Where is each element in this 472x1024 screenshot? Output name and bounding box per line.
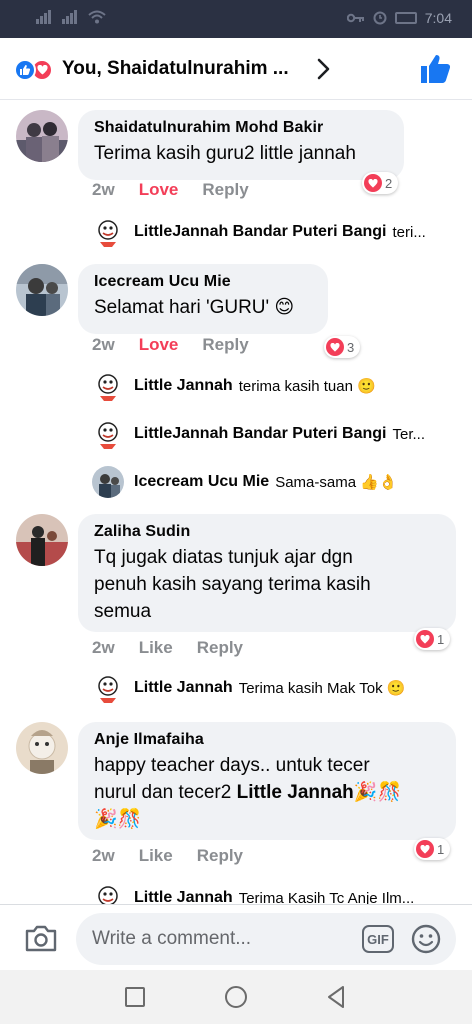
emoji-icon[interactable] <box>410 923 442 955</box>
avatar[interactable] <box>92 882 124 904</box>
signal-icon <box>36 10 52 24</box>
reply-item[interactable]: Icecream Ucu Mie Sama-sama 👍👌 <box>92 466 462 498</box>
comment-bubble[interactable]: Anje Ilmafaiha happy teacher days.. untu… <box>78 722 456 840</box>
reaction-count[interactable]: 1 <box>414 838 451 860</box>
reply-author[interactable]: LittleJannah Bandar Puteri Bangi <box>134 223 386 241</box>
avatar[interactable] <box>16 722 68 774</box>
reply-item[interactable]: Little Jannah Terima Kasih Tc Anje Ilm..… <box>92 882 462 904</box>
comment-list[interactable]: Shaidatulnurahim Mohd Bakir Terima kasih… <box>0 100 472 904</box>
reply-item[interactable]: Little Jannah terima kasih tuan 🙂 <box>92 370 462 402</box>
commenter-name[interactable]: Icecream Ucu Mie <box>94 273 314 291</box>
reply-author[interactable]: Little Jannah <box>134 889 233 904</box>
alarm-icon <box>373 11 387 25</box>
avatar[interactable] <box>16 514 68 566</box>
comment-bubble[interactable]: Zaliha Sudin Tq jugak diatas tunjuk ajar… <box>78 514 456 632</box>
signal-indicators <box>36 10 106 24</box>
clock: 7:04 <box>424 10 452 26</box>
avatar[interactable] <box>16 110 68 162</box>
reply-author[interactable]: LittleJannah Bandar Puteri Bangi <box>134 425 386 443</box>
thumbs-up-icon[interactable] <box>420 54 452 84</box>
comment-line: happy teacher days.. untuk tecer <box>94 755 370 776</box>
love-button[interactable]: Love <box>139 180 179 200</box>
reply-button[interactable]: Reply <box>197 846 243 866</box>
signal-icon <box>62 10 78 24</box>
avatar[interactable] <box>92 418 124 450</box>
timestamp: 2w <box>92 335 115 354</box>
reply-author[interactable]: Little Jannah <box>134 377 233 395</box>
chevron-right-icon[interactable] <box>310 56 336 82</box>
reactions-header[interactable]: You, Shaidatulnurahim ... <box>0 38 472 100</box>
reply-item[interactable]: LittleJannah Bandar Puteri Bangi Ter... <box>92 418 462 450</box>
reply-button[interactable]: Reply <box>202 180 248 200</box>
camera-icon[interactable] <box>24 923 58 953</box>
like-button[interactable]: Like <box>139 638 173 658</box>
reply-text: Terima kasih Mak Tok 🙂 <box>238 680 406 697</box>
commenter-name[interactable]: Zaliha Sudin <box>94 523 442 541</box>
status-right: 7:04 <box>346 10 452 26</box>
key-icon <box>346 13 364 23</box>
heart-icon <box>416 840 434 858</box>
reply-text: teri... <box>392 223 426 241</box>
reaction-count[interactable]: 1 <box>414 628 451 650</box>
commenter-name[interactable]: Shaidatulnurahim Mohd Bakir <box>94 119 390 137</box>
reply-author[interactable]: Icecream Ucu Mie <box>134 473 269 491</box>
love-button[interactable]: Love <box>139 335 179 355</box>
comment-text: Tq jugak diatas tunjuk ajar dgn penuh ka… <box>94 544 442 625</box>
comment-composer: GIF <box>0 904 472 970</box>
comment-input-wrapper: GIF <box>76 913 456 965</box>
timestamp: 2w <box>92 180 115 199</box>
commenter-name[interactable]: Anje Ilmafaiha <box>94 731 442 749</box>
comment-actions: 2w Like Reply <box>92 638 267 658</box>
like-icon <box>14 59 36 81</box>
comment-input[interactable] <box>92 913 352 965</box>
comment-line: 🎉🎊 <box>94 809 142 830</box>
avatar[interactable] <box>92 672 124 704</box>
home-icon[interactable] <box>225 986 247 1008</box>
mention-link[interactable]: Little Jannah <box>237 782 354 803</box>
comments-sheet: You, Shaidatulnurahim ... Shaidatulnurah… <box>0 38 472 970</box>
status-bar: 7:04 <box>0 0 472 38</box>
comment-line: nurul dan tecer2 Little Jannah🎉🎊 <box>94 782 402 803</box>
comment-text: Terima kasih guru2 little jannah <box>94 143 356 164</box>
avatar[interactable] <box>16 264 68 316</box>
reply-author[interactable]: Little Jannah <box>134 679 233 697</box>
reply-item[interactable]: LittleJannah Bandar Puteri Bangi teri... <box>92 216 462 248</box>
reaction-count[interactable]: 3 <box>324 336 361 358</box>
back-icon[interactable] <box>325 985 347 1009</box>
avatar[interactable] <box>92 370 124 402</box>
reply-text: Sama-sama 👍👌 <box>275 474 398 491</box>
reply-item[interactable]: Little Jannah Terima kasih Mak Tok 🙂 <box>92 672 462 704</box>
avatar[interactable] <box>92 216 124 248</box>
reply-text: terima kasih tuan 🙂 <box>238 378 376 395</box>
like-button[interactable]: Like <box>139 846 173 866</box>
comment-actions: 2w Like Reply <box>92 846 267 866</box>
comment-actions: 2w Love Reply <box>92 335 273 355</box>
comment-bubble[interactable]: Icecream Ucu Mie Selamat hari 'GURU' 😊 <box>78 264 328 334</box>
heart-icon <box>326 338 344 356</box>
comment-line: penuh kasih sayang terima kasih <box>94 574 371 595</box>
battery-icon <box>394 12 417 24</box>
reply-button[interactable]: Reply <box>202 335 248 355</box>
comment-bubble[interactable]: Shaidatulnurahim Mohd Bakir Terima kasih… <box>78 110 404 180</box>
reaction-count[interactable]: 2 <box>362 172 399 194</box>
comment-text: happy teacher days.. untuk tecer nurul d… <box>94 752 442 833</box>
reactions-summary[interactable]: You, Shaidatulnurahim ... <box>62 58 289 80</box>
comment-line: semua <box>94 601 152 622</box>
comment-actions: 2w Love Reply <box>92 180 273 200</box>
reaction-icons <box>14 59 54 81</box>
wifi-icon <box>88 10 106 24</box>
recents-icon[interactable] <box>125 987 145 1007</box>
comment-text: Selamat hari 'GURU' 😊 <box>94 297 295 318</box>
avatar[interactable] <box>92 466 124 498</box>
system-nav-bar <box>0 970 472 1024</box>
gif-icon[interactable]: GIF <box>362 925 394 953</box>
reply-text: Ter... <box>392 425 425 443</box>
timestamp: 2w <box>92 638 115 657</box>
heart-icon <box>416 630 434 648</box>
timestamp: 2w <box>92 846 115 865</box>
reply-text: Terima Kasih Tc Anje Ilm... <box>238 889 415 905</box>
heart-icon <box>364 174 382 192</box>
comment-line: Tq jugak diatas tunjuk ajar dgn <box>94 547 353 568</box>
reply-button[interactable]: Reply <box>197 638 243 658</box>
